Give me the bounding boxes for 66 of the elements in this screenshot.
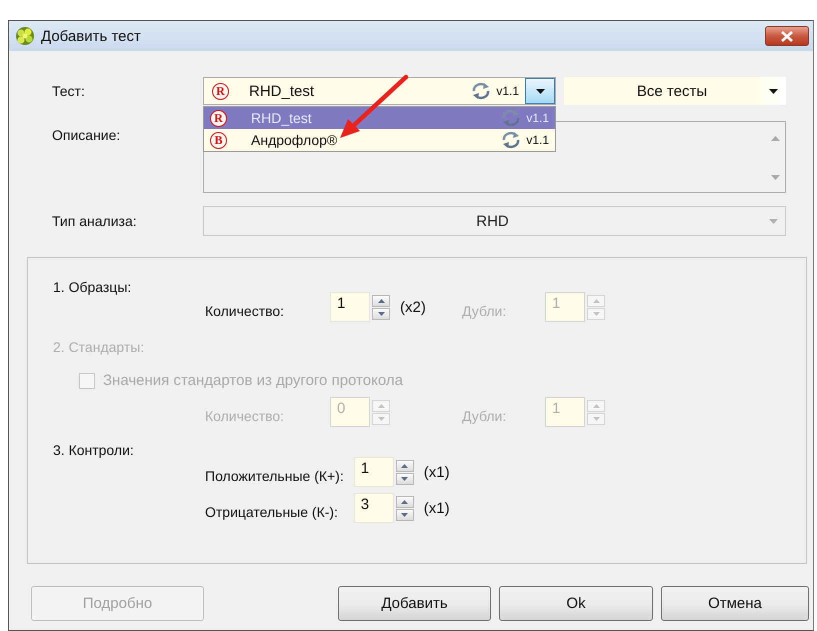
version-label: v1.1 xyxy=(526,111,549,125)
spin-up-button[interactable] xyxy=(396,496,414,508)
letter-badge: R xyxy=(212,82,229,100)
test-name: RHD_test xyxy=(251,110,312,126)
filter-value: Все тесты xyxy=(636,82,708,100)
field-label: Количество: xyxy=(205,407,286,424)
down-icon xyxy=(401,512,408,516)
test-name: RHD_test xyxy=(249,82,314,100)
spin-down-button[interactable] xyxy=(396,472,414,484)
spin-up-button[interactable] xyxy=(396,460,414,472)
close-icon xyxy=(781,30,793,42)
checkbox-label: Значения стандартов из другого протокола xyxy=(103,372,403,389)
up-icon xyxy=(401,500,408,504)
field-label: Количество: xyxy=(205,302,286,319)
app-icon xyxy=(15,26,35,46)
filter-combo[interactable]: Все тесты xyxy=(564,77,786,105)
down-icon xyxy=(592,312,600,316)
dialog-button[interactable]: Ok xyxy=(499,586,653,621)
spin-down-button[interactable] xyxy=(372,308,390,320)
letter-badge: B xyxy=(210,132,227,148)
multiplier-label: (x2) xyxy=(399,298,427,316)
dialog-button[interactable]: Отмена xyxy=(661,586,809,621)
up-icon xyxy=(378,298,384,302)
down-icon xyxy=(378,312,384,316)
close-button[interactable] xyxy=(765,26,809,46)
up-icon xyxy=(592,298,600,302)
dialog-button: Подробно xyxy=(31,586,204,621)
multiplier-label: (x1) xyxy=(422,464,451,480)
dialog-button[interactable]: Добавить xyxy=(338,586,491,621)
caret-icon xyxy=(536,88,544,94)
section-title: 3. Контроли: xyxy=(53,441,135,459)
down-icon xyxy=(592,416,600,420)
field-label: Тип анализа: xyxy=(51,213,138,229)
version-label: v1.1 xyxy=(526,133,549,147)
window-title: Добавить тест xyxy=(41,28,141,44)
version-label: v1.1 xyxy=(496,84,519,98)
field-label: Отрицательные (К-): xyxy=(205,503,339,520)
dropdown-button[interactable] xyxy=(525,78,555,104)
dropdown-option[interactable]: R RHD_test v1.1 xyxy=(204,107,555,129)
field-label: Тест: xyxy=(51,83,86,99)
sync-icon xyxy=(500,131,522,149)
number-spinner: 1 xyxy=(545,397,607,427)
down-icon xyxy=(378,416,384,420)
scroll-up-icon xyxy=(770,136,780,141)
up-icon xyxy=(592,404,600,408)
analysis-type-combo: RHD xyxy=(203,206,786,236)
field-label: Описание: xyxy=(51,126,122,143)
down-icon xyxy=(401,476,408,480)
up-icon xyxy=(378,404,384,408)
number-spinner: 1 xyxy=(545,292,607,322)
section-title: 2. Стандарты: xyxy=(53,338,146,356)
up-icon xyxy=(401,464,408,468)
spin-up-button[interactable] xyxy=(372,294,390,306)
letter-badge: R xyxy=(210,110,227,126)
section-title: 1. Образцы: xyxy=(53,278,132,296)
field-label: Дубли: xyxy=(462,407,508,424)
test-name: Андрофлор® xyxy=(251,132,338,148)
field-label: Положительные (К+): xyxy=(205,467,345,484)
caret-icon xyxy=(768,88,778,94)
field-label: Дубли: xyxy=(462,302,508,319)
spin-down-button[interactable] xyxy=(396,508,414,520)
number-spinner: 0 xyxy=(330,397,392,427)
scroll-down-icon xyxy=(770,175,780,180)
caret-icon xyxy=(768,218,778,224)
sync-icon xyxy=(500,109,522,127)
multiplier-label: (x1) xyxy=(422,500,451,516)
